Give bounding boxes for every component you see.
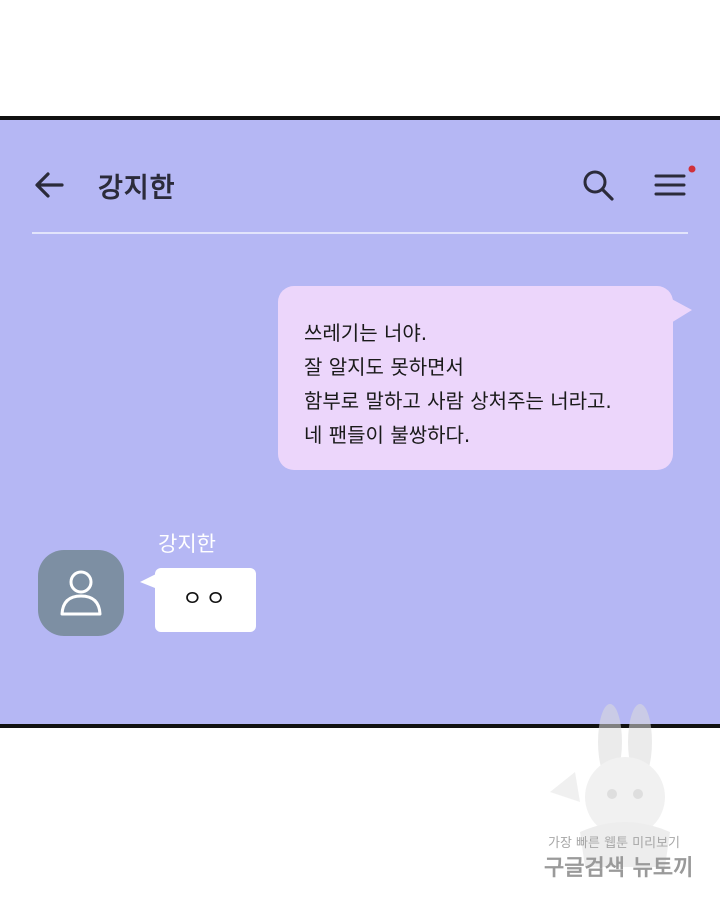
message-line: 잘 알지도 못하면서 — [304, 355, 464, 379]
message-line: 함부로 말하고 사람 상처주는 너라고. — [304, 389, 612, 413]
hamburger-menu-icon[interactable] — [652, 164, 696, 204]
chat-panel: 강지한 쓰레기는 너야. 잘 알지도 못하면서 함부로 말하고 사람 상처주는 … — [0, 116, 720, 728]
watermark-caption: 가장 빠른 웹툰 미리보기 — [548, 836, 680, 851]
notification-dot — [688, 165, 696, 173]
person-icon — [60, 570, 102, 616]
header-divider — [32, 232, 688, 234]
watermark-brand: 구글검색 뉴토끼 — [544, 856, 694, 881]
chat-title: 강지한 — [98, 173, 176, 204]
sender-name: 강지한 — [158, 532, 216, 556]
incoming-message-bubble[interactable]: ㅇㅇ — [155, 568, 256, 632]
back-arrow-icon[interactable] — [32, 170, 68, 200]
message-line: 쓰레기는 너야. — [304, 321, 428, 345]
outgoing-message-bubble[interactable]: 쓰레기는 너야. 잘 알지도 못하면서 함부로 말하고 사람 상처주는 너라고.… — [278, 286, 673, 470]
search-icon[interactable] — [580, 167, 616, 203]
avatar[interactable] — [38, 550, 124, 636]
message-line: 네 팬들이 불쌍하다. — [304, 423, 471, 447]
